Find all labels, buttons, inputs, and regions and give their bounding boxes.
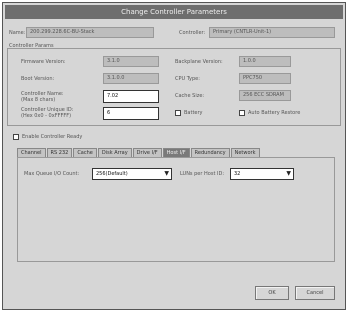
max-queue-label: Max Queue I/O Count: [24, 171, 80, 177]
tab-disk-array[interactable]: Disk Array [97, 148, 132, 157]
auto-battery-checkbox[interactable] [239, 110, 245, 116]
tab-host-if[interactable]: Host I/F [162, 148, 190, 157]
cpu-type-field: PPC750 [239, 73, 291, 84]
firmware-field: 3.1.0 [103, 56, 159, 67]
luns-select[interactable]: 32 ▼ [230, 168, 294, 180]
backplane-field: 1.0.0 [239, 56, 291, 67]
controller-field: Primary (CNTLR-Unit-1) [209, 27, 335, 38]
boot-field: 3.1.0.0 [103, 73, 159, 84]
enable-controller-label: Enable Controller Ready [22, 134, 83, 140]
unique-id-input[interactable]: 6 [103, 107, 159, 120]
tab-drive-if[interactable]: Drive I/F [132, 148, 162, 157]
battery-label: Battery [184, 110, 203, 116]
host-if-panel: Max Queue I/O Count: 256(Default) ▼ LUNs… [17, 157, 335, 262]
tab-channel[interactable]: Channel [17, 148, 46, 157]
boot-label: Boot Version: [21, 76, 55, 82]
change-controller-parameters-dialog: Change Controller Parameters Name: 200.2… [2, 2, 346, 310]
backplane-label: Backplane Version: [175, 59, 223, 65]
auto-battery-label: Auto Battery Restore [248, 110, 301, 116]
name-field: 200.299.228.6C-BU-Stack [26, 27, 154, 38]
cancel-button[interactable]: Cancel [295, 286, 335, 300]
luns-label: LUNs per Host ID: [180, 171, 225, 177]
controller-name-input[interactable]: 7.02 [103, 90, 159, 103]
battery-checkbox[interactable] [175, 110, 181, 116]
luns-value: 32 [234, 171, 241, 177]
controller-label: Controller: [179, 30, 206, 36]
tab-rs232[interactable]: RS 232 [46, 148, 73, 157]
chevron-down-icon: ▼ [286, 170, 291, 177]
chevron-down-icon: ▼ [164, 170, 169, 177]
firmware-label: Firmware Version: [21, 59, 66, 65]
ok-button[interactable]: OK [255, 286, 289, 300]
cache-size-field: 256 ECC SDRAM [239, 90, 291, 101]
enable-controller-checkbox[interactable] [13, 134, 19, 140]
name-label: Name: [9, 30, 26, 36]
cpu-type-label: CPU Type: [175, 76, 200, 82]
tab-bar: Channel RS 232 Cache Disk Array Drive I/… [17, 148, 261, 157]
controller-name-sublabel: (Max 8 chars) [21, 97, 56, 103]
tab-redundancy[interactable]: Redundancy [190, 148, 230, 157]
unique-id-sublabel: (Hex 0x0 - 0xFFFFF) [21, 113, 72, 119]
tab-network[interactable]: Network [230, 148, 260, 157]
cache-size-label: Cache Size: [175, 93, 205, 99]
max-queue-select[interactable]: 256(Default) ▼ [92, 168, 172, 180]
window-title: Change Controller Parameters [5, 5, 343, 19]
max-queue-value: 256(Default) [96, 171, 128, 177]
tab-cache[interactable]: Cache [73, 148, 97, 157]
